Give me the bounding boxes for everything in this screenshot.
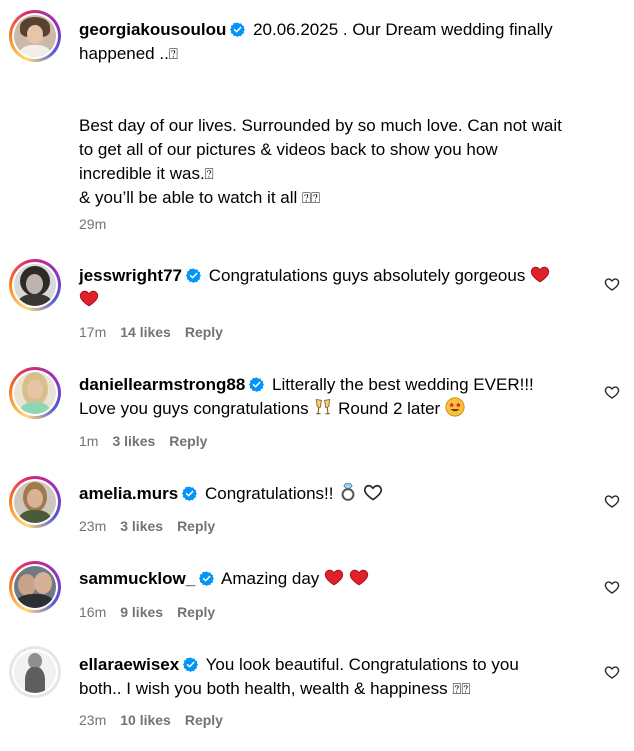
- verified-badge-icon: [183, 657, 198, 672]
- reply-button[interactable]: Reply: [185, 712, 223, 728]
- comment-5-meta: 23m 10 likes Reply: [79, 711, 237, 729]
- verified-badge-icon: [186, 268, 201, 283]
- comment-username[interactable]: ellaraewisex: [79, 655, 179, 674]
- post-username[interactable]: georgiakousoulou: [79, 20, 226, 39]
- verified-badge-icon: [230, 22, 245, 37]
- red-heart-emoji-icon: [324, 567, 344, 587]
- comment-text: Congratulations!!: [204, 484, 334, 503]
- comment-1-meta: 17m 14 likes Reply: [79, 323, 237, 341]
- likes-count[interactable]: 9 likes: [120, 604, 163, 620]
- like-heart-icon[interactable]: [604, 664, 620, 680]
- red-heart-emoji-icon: [79, 288, 99, 308]
- comment-3-meta: 23m 3 likes Reply: [79, 517, 229, 535]
- comment-4: sammucklow_ Amazing day: [79, 567, 594, 591]
- avatar-sammucklow[interactable]: [9, 561, 61, 613]
- comment-text-line-2a: Love you guys congratulations: [79, 399, 309, 418]
- comment-timestamp: 16m: [79, 604, 107, 620]
- like-heart-icon[interactable]: [604, 493, 620, 509]
- comment-2-meta: 1m 3 likes Reply: [79, 432, 221, 450]
- comment-2: daniellearmstrong88 Litterally the best …: [79, 373, 594, 421]
- red-heart-emoji-icon: [530, 264, 550, 284]
- like-heart-icon[interactable]: [604, 384, 620, 400]
- post-caption: georgiakousoulou 20.06.2025 . Our Dream …: [79, 18, 594, 210]
- ring-emoji-icon: [341, 483, 355, 501]
- comments-feed: georgiakousoulou 20.06.2025 . Our Dream …: [0, 0, 634, 751]
- comment-username[interactable]: jesswright77: [79, 266, 182, 285]
- verified-badge-icon: [249, 377, 264, 392]
- body-line-3: incredible it was.: [79, 164, 205, 183]
- reply-button[interactable]: Reply: [169, 433, 207, 449]
- body-line-2: to get all of our pictures & videos back…: [79, 140, 498, 159]
- comment-timestamp: 23m: [79, 712, 107, 728]
- unsupported-emoji-glyph: ⍰⍰: [452, 680, 471, 698]
- unsupported-emoji-glyph: ⍰⍰: [302, 189, 321, 207]
- likes-count[interactable]: 3 likes: [120, 518, 163, 534]
- caption-line-2: happened ..: [79, 44, 169, 63]
- post-meta: 29m: [79, 215, 120, 233]
- clinking-glasses-emoji-icon: [316, 398, 331, 415]
- like-heart-icon[interactable]: [604, 276, 620, 292]
- comment-username[interactable]: daniellearmstrong88: [79, 375, 245, 394]
- avatar-georgiakousoulou[interactable]: [9, 10, 61, 62]
- unsupported-emoji-glyph: ⍰: [204, 165, 214, 183]
- avatar-daniellearmstrong88[interactable]: [9, 367, 61, 419]
- comment-text-line-2b: Round 2 later: [338, 399, 441, 418]
- white-heart-emoji-icon: [363, 482, 383, 502]
- comment-text: Amazing day: [221, 569, 320, 588]
- comment-text-line-1: You look beautiful. Congratulations to y…: [205, 655, 519, 674]
- comment-timestamp: 23m: [79, 518, 107, 534]
- comment-5: ellaraewisex You look beautiful. Congrat…: [79, 653, 594, 701]
- likes-count[interactable]: 10 likes: [120, 712, 171, 728]
- caption-line-1: 20.06.2025 . Our Dream wedding finally: [253, 20, 553, 39]
- comment-text-line-1: Litterally the best wedding EVER!!!: [272, 375, 534, 394]
- body-line-4: & you’ll be able to watch it all: [79, 188, 298, 207]
- comment-timestamp: 17m: [79, 324, 107, 340]
- comment-timestamp: 1m: [79, 433, 99, 449]
- verified-badge-icon: [182, 486, 197, 501]
- comment-username[interactable]: amelia.murs: [79, 484, 178, 503]
- comment-text-line-2: both.. I wish you both health, wealth & …: [79, 679, 448, 698]
- likes-count[interactable]: 3 likes: [112, 433, 155, 449]
- reply-button[interactable]: Reply: [177, 604, 215, 620]
- post-timestamp: 29m: [79, 216, 107, 232]
- comment-1: jesswright77 Congratulations guys absolu…: [79, 264, 594, 312]
- like-heart-icon[interactable]: [604, 579, 620, 595]
- body-line-1: Best day of our lives. Surrounded by so …: [79, 116, 562, 135]
- red-heart-emoji-icon: [349, 567, 369, 587]
- reply-button[interactable]: Reply: [177, 518, 215, 534]
- avatar-amelia-murs[interactable]: [9, 476, 61, 528]
- comment-3: amelia.murs Congratulations!!: [79, 482, 594, 506]
- unsupported-emoji-glyph: ⍰: [168, 45, 178, 63]
- verified-badge-icon: [199, 571, 214, 586]
- avatar-ellaraewisex[interactable]: [9, 646, 61, 698]
- reply-button[interactable]: Reply: [185, 324, 223, 340]
- comment-username[interactable]: sammucklow_: [79, 569, 195, 588]
- star-struck-emoji-icon: [445, 397, 465, 417]
- comment-text: Congratulations guys absolutely gorgeous: [208, 266, 526, 285]
- comment-4-meta: 16m 9 likes Reply: [79, 603, 229, 621]
- avatar-jesswright77[interactable]: [9, 259, 61, 311]
- likes-count[interactable]: 14 likes: [120, 324, 171, 340]
